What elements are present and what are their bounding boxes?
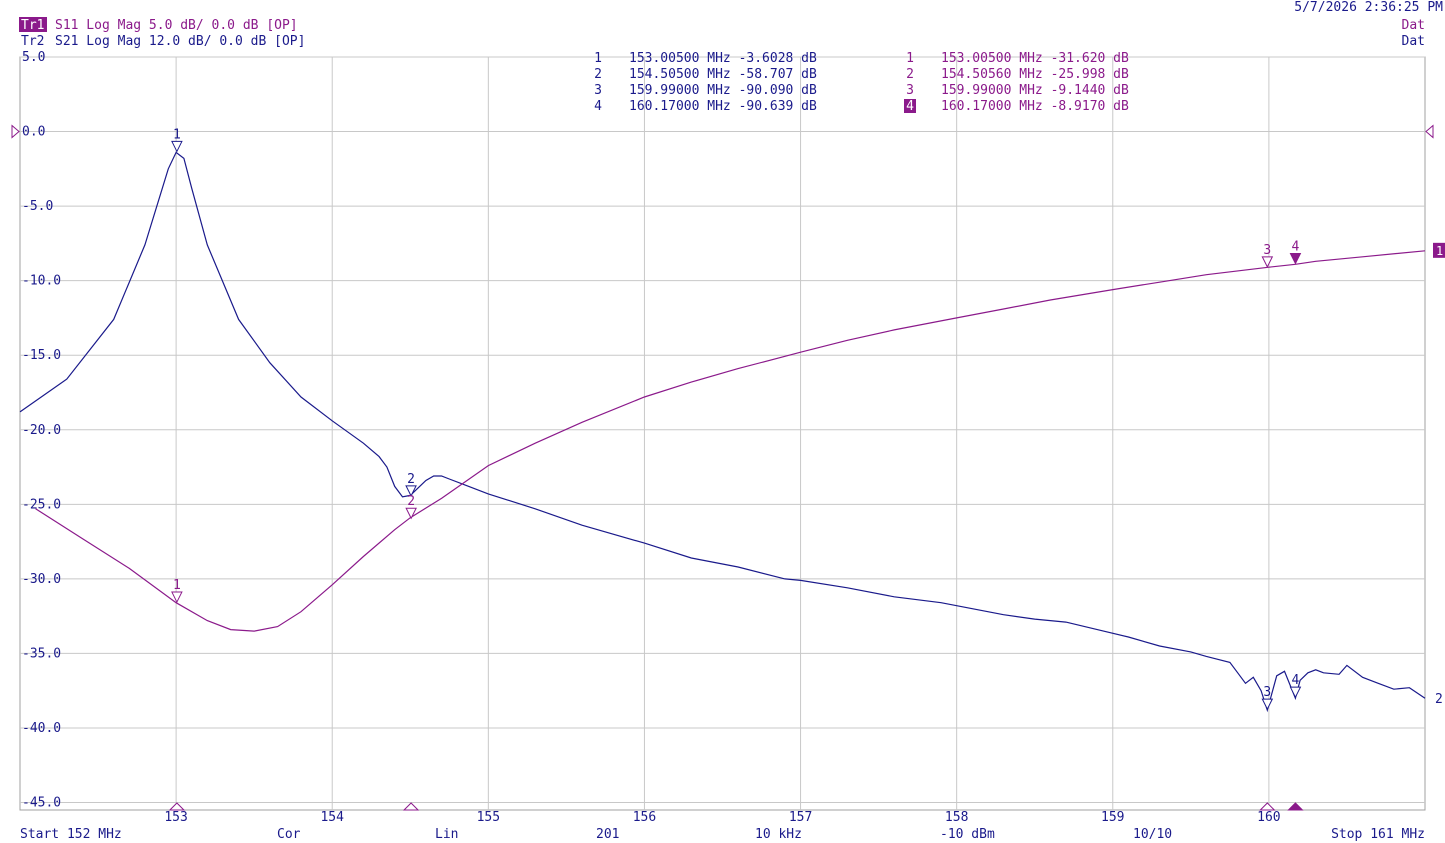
footer-points: 201 — [596, 827, 619, 842]
y-tick-label: -40.0 — [22, 721, 61, 736]
trace-status: Dat — [1402, 18, 1425, 33]
marker-readout-value: 153.00500 MHz -31.620 dB — [941, 51, 1129, 66]
trace-label: S11 Log Mag 5.0 dB/ 0.0 dB [OP] — [55, 18, 298, 33]
marker-readout-number: 4 — [906, 99, 914, 114]
marker-readout-number: 3 — [906, 83, 914, 98]
footer-ifbw: 10 kHz — [755, 827, 802, 842]
trace-label: S21 Log Mag 12.0 dB/ 0.0 dB [OP] — [55, 34, 305, 49]
marker-label: 4 — [1292, 240, 1300, 255]
ref-level-right-marker — [1425, 124, 1434, 139]
footer-stop: Stop 161 MHz — [1331, 827, 1425, 842]
marker-4[interactable] — [1289, 686, 1302, 699]
marker-readout-number: 1 — [906, 51, 914, 66]
ref-level-left-marker — [11, 124, 20, 139]
marker-label: 3 — [1263, 685, 1271, 700]
y-tick-label: -45.0 — [22, 796, 61, 811]
trace-layer — [19, 151, 1426, 713]
trace-end-label: 2 — [1435, 692, 1443, 707]
x-tick-label: 153 — [164, 810, 187, 825]
x-tick-label: 157 — [789, 810, 812, 825]
series-line — [35, 250, 1426, 632]
footer-sweep-type: Lin — [435, 827, 458, 842]
bottom-marker[interactable] — [1287, 802, 1304, 811]
y-tick-label: -20.0 — [22, 423, 61, 438]
footer-power: -10 dBm — [940, 827, 995, 842]
footer-averaging: 10/10 — [1133, 827, 1172, 842]
marker-readout-number: 2 — [906, 67, 914, 82]
footer-start: Start 152 MHz — [20, 827, 122, 842]
y-tick-label: -25.0 — [22, 497, 61, 512]
marker-readout-value: 153.00500 MHz -3.6028 dB — [629, 51, 817, 66]
marker-readout-number: 3 — [594, 83, 602, 98]
marker-label: 2 — [407, 472, 415, 487]
marker-label: 4 — [1292, 673, 1300, 688]
x-tick-label: 159 — [1101, 810, 1124, 825]
marker-label: 1 — [173, 578, 181, 593]
marker-label: 1 — [173, 127, 181, 142]
marker-layer — [11, 124, 1434, 811]
marker-readout-value: 154.50500 MHz -58.707 dB — [629, 67, 817, 82]
marker-3[interactable] — [1261, 698, 1274, 711]
marker-readout-number: 4 — [594, 99, 602, 114]
trace-id: Tr1 — [21, 18, 44, 33]
y-tick-label: -5.0 — [22, 199, 53, 214]
bottom-marker[interactable] — [1259, 802, 1276, 811]
x-tick-label: 158 — [945, 810, 968, 825]
y-tick-label: 5.0 — [22, 50, 45, 65]
marker-readout-value: 160.17000 MHz -90.639 dB — [629, 99, 817, 114]
marker-3[interactable] — [1261, 256, 1274, 268]
plot-frame — [19, 56, 1426, 811]
trace-status: Dat — [1402, 34, 1425, 49]
marker-readout-number: 1 — [594, 51, 602, 66]
plot-grid — [19, 56, 1426, 811]
marker-4[interactable] — [1289, 253, 1302, 265]
trace-end-label: 1 — [1436, 244, 1443, 258]
marker-label: 2 — [407, 494, 415, 509]
footer-correction: Cor — [277, 827, 301, 842]
y-tick-label: -30.0 — [22, 572, 61, 587]
trace-id: Tr2 — [21, 34, 44, 49]
x-tick-label: 155 — [477, 810, 500, 825]
marker-readout-number: 2 — [594, 67, 602, 82]
marker-readout-value: 159.99000 MHz -9.1440 dB — [941, 83, 1129, 98]
marker-1[interactable] — [171, 140, 183, 153]
bottom-marker[interactable] — [168, 802, 186, 811]
marker-label: 3 — [1263, 243, 1271, 258]
y-tick-label: -10.0 — [22, 274, 61, 289]
x-tick-label: 160 — [1257, 810, 1280, 825]
marker-readout-value: 154.50560 MHz -25.998 dB — [941, 67, 1129, 82]
y-tick-label: 0.0 — [22, 125, 45, 140]
series-line — [19, 151, 1426, 713]
marker-readout-value: 159.99000 MHz -90.090 dB — [629, 83, 817, 98]
bottom-marker[interactable] — [402, 802, 420, 811]
annotation-layer: 5.0 0.0 -5.0 -10.0 -15.0 -20.0 -25.0 -30.0 -35.0… — [19, 0, 1445, 842]
marker-readout-value: 160.17000 MHz -8.9170 dB — [941, 99, 1129, 114]
x-tick-label: 156 — [633, 810, 656, 825]
y-tick-label: -35.0 — [22, 646, 61, 661]
vna-display: 5.0 0.0 -5.0 -10.0 -15.0 -20.0 -25.0 -30.0 -35.0… — [11, 0, 1445, 842]
y-tick-label: -15.0 — [22, 348, 61, 363]
x-tick-label: 154 — [320, 810, 344, 825]
timestamp: 5/7/2026 2:36:25 PM — [1294, 0, 1443, 15]
marker-2[interactable] — [405, 507, 417, 520]
